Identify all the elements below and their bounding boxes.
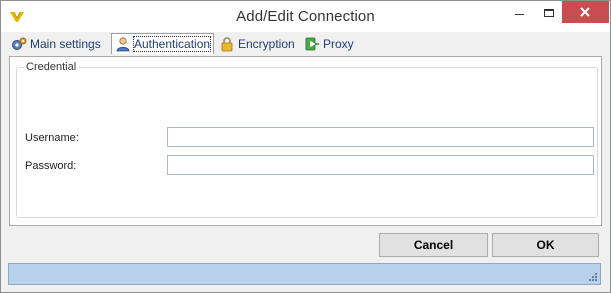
password-input[interactable] (167, 155, 594, 175)
username-label: Username: (25, 132, 79, 144)
username-input[interactable] (167, 127, 594, 147)
resize-grip-icon[interactable] (587, 271, 597, 281)
password-label: Password: (25, 160, 77, 172)
authentication-panel: Credential Username: Password: (9, 56, 602, 226)
cancel-button[interactable]: Cancel (379, 233, 488, 257)
credential-legend: Credential (24, 61, 79, 73)
close-icon (580, 7, 590, 17)
tab-encryption[interactable]: Encryption (219, 35, 295, 53)
tab-label: Main settings (30, 37, 101, 51)
minimize-button[interactable] (504, 1, 534, 25)
minimize-icon (515, 14, 524, 15)
dialog-window: Add/Edit Connection Main settings Authen… (0, 0, 611, 293)
proxy-icon (305, 37, 319, 51)
maximize-icon (544, 9, 554, 17)
tab-label: Proxy (323, 37, 354, 51)
close-button[interactable] (562, 1, 609, 23)
gears-icon (12, 37, 27, 50)
tab-label: Encryption (238, 37, 295, 51)
status-bar (8, 263, 601, 285)
tab-bar: Main settings Authentication Encryption … (9, 32, 601, 56)
maximize-button[interactable] (533, 1, 563, 25)
tab-label: Authentication (132, 36, 212, 52)
title-bar[interactable]: Add/Edit Connection (1, 1, 610, 32)
ok-button[interactable]: OK (492, 233, 599, 257)
tab-main-settings[interactable]: Main settings (11, 35, 101, 53)
tab-authentication[interactable]: Authentication (111, 33, 215, 54)
tab-proxy[interactable]: Proxy (304, 35, 354, 53)
user-icon (116, 37, 130, 52)
padlock-icon (221, 37, 233, 52)
